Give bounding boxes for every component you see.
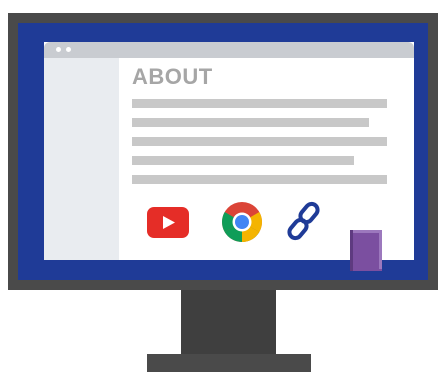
chrome-icon[interactable]: [221, 201, 263, 243]
text-placeholder-line: [132, 137, 387, 146]
youtube-icon[interactable]: [147, 207, 189, 238]
page-title: ABOUT: [132, 64, 213, 89]
window-dot: [66, 47, 71, 52]
monitor-illustration: ABOUT: [0, 0, 445, 372]
window-sidebar: [44, 58, 119, 260]
book-icon[interactable]: [348, 228, 384, 273]
link-icon[interactable]: [284, 201, 324, 243]
monitor-stand-base: [147, 354, 311, 372]
text-placeholder-line: [132, 175, 387, 184]
text-placeholder-line: [132, 99, 387, 108]
monitor-stand-neck: [181, 290, 276, 356]
window-titlebar: [44, 42, 414, 58]
text-placeholder-line: [132, 156, 354, 165]
text-placeholder-line: [132, 118, 369, 127]
window-dot: [56, 47, 61, 52]
